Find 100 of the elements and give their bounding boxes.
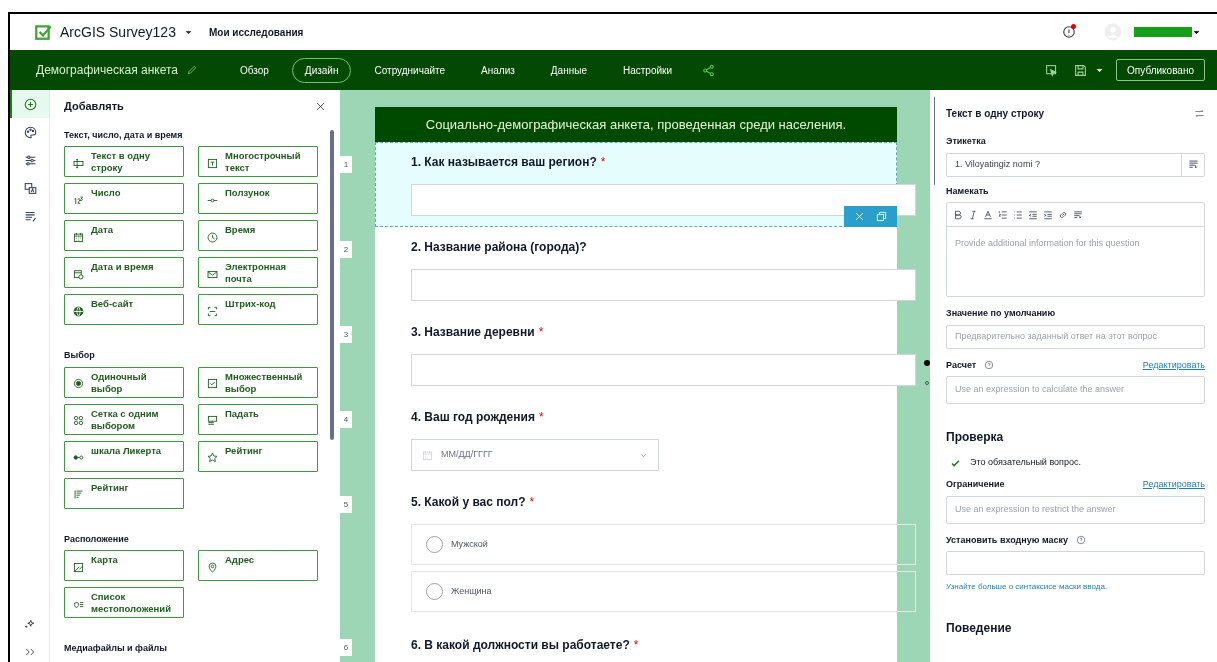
outdent-icon[interactable]	[1028, 209, 1038, 220]
map-icon	[73, 561, 84, 573]
numbered-list-icon[interactable]	[998, 209, 1008, 220]
publish-button[interactable]: Опубликовано	[1116, 59, 1205, 81]
question-card[interactable]: 6. В какой должности вы работаете? *	[375, 625, 897, 662]
help-icon[interactable]	[1076, 535, 1086, 546]
preview-icon[interactable]	[1045, 63, 1059, 77]
edit-link[interactable]: Редактировать	[1142, 478, 1205, 492]
line-number: 5	[340, 496, 352, 513]
calendar-icon	[73, 231, 84, 243]
help-icon[interactable]	[984, 360, 995, 371]
indent-icon[interactable]	[1043, 209, 1053, 220]
input-field[interactable]	[946, 551, 1205, 575]
question-label: 1. Как называется ваш регион?	[411, 154, 597, 171]
field-value: 1. Viloyatingiz nomi ?	[954, 157, 1041, 171]
rail-button[interactable]	[10, 90, 49, 118]
radio-option[interactable]: Женщина	[411, 571, 916, 612]
add-question-button[interactable]: Многострочный текст	[198, 146, 318, 177]
swap-icon[interactable]	[1194, 108, 1205, 119]
link-icon[interactable]	[1058, 209, 1068, 220]
expand-icon[interactable]	[23, 646, 36, 658]
question-label: 4. Ваш год рождения	[411, 409, 535, 426]
grid-choice-icon	[73, 415, 84, 426]
add-question-button[interactable]: Сетка с одним выбором	[64, 403, 184, 435]
nav-tab[interactable]: Настройки	[610, 57, 686, 83]
pencil-icon[interactable]	[185, 64, 198, 76]
add-question-button[interactable]: Штрих-код	[198, 294, 318, 325]
add-question-button[interactable]: Адрес	[198, 550, 318, 581]
question-label: 3. Название деревни	[411, 324, 535, 341]
checkbox-icon	[207, 378, 218, 389]
add-question-button[interactable]: Множественный выбор	[198, 366, 318, 398]
italic-icon[interactable]	[968, 209, 978, 220]
add-question-button[interactable]: Карта	[64, 550, 184, 581]
share-icon[interactable]	[702, 63, 716, 77]
add-question-button[interactable]: Время	[198, 220, 318, 251]
add-icon	[24, 97, 37, 111]
add-question-button[interactable]: Ползунок	[198, 183, 318, 214]
section-title: Поведение	[946, 620, 1013, 637]
envelope-icon	[207, 268, 218, 280]
text-cursor-icon	[73, 157, 84, 169]
label-field[interactable]: 1. Viloyatingiz nomi ?	[946, 152, 1205, 177]
clock-icon	[207, 231, 218, 243]
dropdown-icon	[207, 415, 218, 426]
add-question-button[interactable]: Дата	[64, 220, 184, 251]
add-question-button[interactable]: Дата и время	[64, 257, 184, 288]
nav-tab[interactable]: Обзор	[226, 57, 282, 83]
multiline-edit-icon[interactable]	[1187, 159, 1199, 170]
question-card[interactable]: 4. Ваш год рождения * ММ/ДД/ГГГГ	[375, 397, 897, 482]
sparkle-icon[interactable]	[23, 618, 36, 630]
date-field[interactable]: ММ/ДД/ГГГГ	[411, 439, 659, 471]
add-question-button[interactable]: Число	[64, 183, 184, 214]
nav-tab[interactable]: Сотрудничайте	[361, 57, 459, 83]
form-header: Социально-демографическая анкета, проведенная среди населения.	[375, 107, 897, 142]
field-label: Ограничение	[946, 478, 1005, 491]
close-icon[interactable]	[315, 100, 326, 112]
notification-icon[interactable]	[1062, 25, 1076, 39]
text-box-icon	[207, 157, 218, 169]
multiline-edit-icon[interactable]	[1073, 209, 1083, 220]
text-input-field[interactable]	[411, 269, 916, 301]
nav-tab[interactable]: Анализ	[468, 57, 528, 83]
my-surveys-link[interactable]: Мои исследования	[208, 24, 304, 40]
add-question-button[interactable]: Одиночный выбор	[64, 366, 184, 398]
bold-icon[interactable]	[953, 209, 963, 220]
add-question-button[interactable]: Рейтинг	[198, 440, 318, 472]
section-title: Выбор	[64, 349, 96, 362]
nav-tab[interactable]: Данные	[537, 57, 600, 83]
question-label: 2. Название района (города)?	[411, 239, 587, 256]
scrollbar[interactable]	[330, 130, 334, 440]
field-label: Намекать	[946, 184, 990, 198]
ranking-icon	[73, 489, 84, 500]
bullet-list-icon[interactable]	[1013, 209, 1023, 220]
add-question-button[interactable]: Веб-сайт	[64, 294, 184, 325]
calendar-clock-icon	[73, 268, 84, 280]
save-icon[interactable]	[1074, 63, 1088, 77]
line-number: 4	[340, 411, 352, 428]
section-title: Текст, число, дата и время	[64, 128, 184, 142]
required-mark: *	[538, 409, 544, 426]
edit-link[interactable]: Редактировать	[1142, 358, 1205, 372]
duplicate-icon[interactable]	[876, 211, 888, 222]
add-question-button[interactable]: Текст в одну строку	[64, 146, 184, 177]
radio-option[interactable]: Мужской	[411, 524, 916, 565]
check-icon	[949, 457, 961, 469]
add-question-button[interactable]: Падать	[198, 403, 318, 435]
star-icon	[207, 452, 218, 463]
text-color-icon[interactable]	[983, 209, 993, 220]
radio-icon	[73, 378, 84, 389]
add-question-button[interactable]: Электронная почта	[198, 257, 318, 288]
line-number: 1	[340, 156, 352, 173]
text-input-field[interactable]	[411, 354, 916, 386]
text-input-field[interactable]	[411, 184, 916, 216]
section-title: Проверка	[946, 429, 1005, 446]
option-label: Женщина	[451, 584, 492, 598]
required-mark: *	[529, 494, 535, 511]
date-placeholder: ММ/ДД/ГГГГ	[441, 448, 494, 462]
panel-title: Текст в одну строку	[946, 107, 1045, 121]
help-link[interactable]: Узнайте больше о синтаксисе маски ввода.	[946, 581, 1205, 593]
add-question-button[interactable]: шкала Ликерта	[64, 440, 184, 472]
add-question-button[interactable]: Список местоположений	[64, 587, 184, 618]
add-question-button[interactable]: Рейтинг	[64, 477, 184, 509]
line-number: 2	[340, 241, 352, 258]
